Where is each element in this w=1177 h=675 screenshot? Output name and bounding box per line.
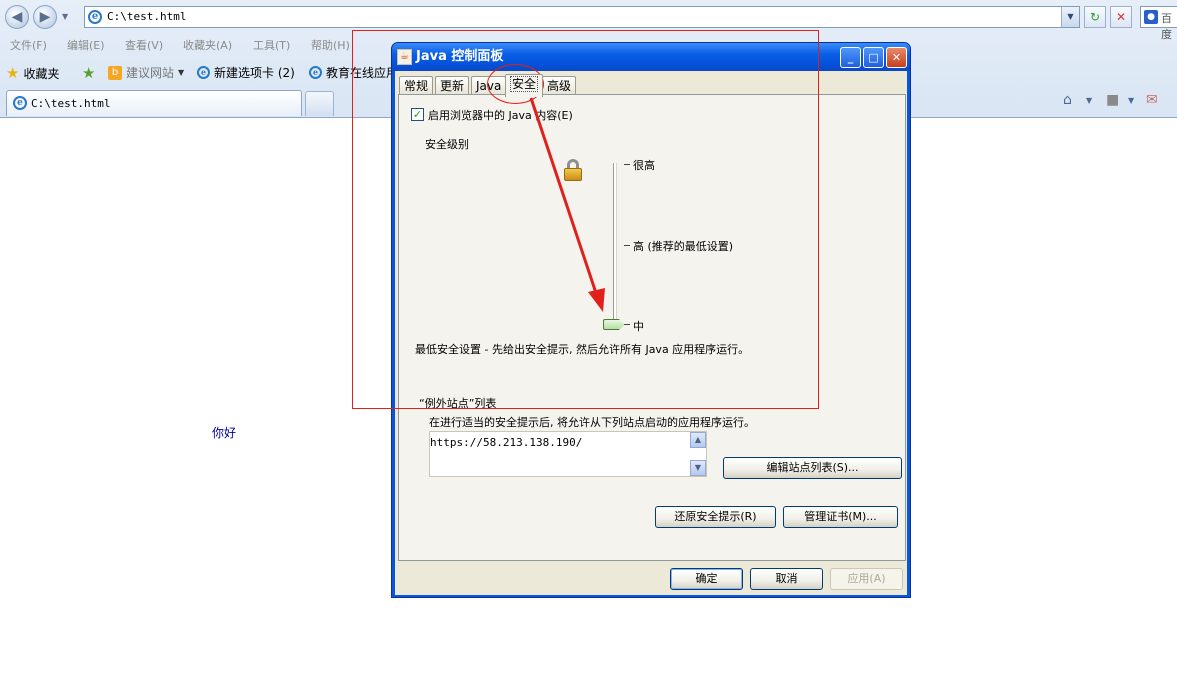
home-icon[interactable]: ⌂ — [1063, 92, 1072, 108]
add-favorite-button[interactable]: ★ — [82, 64, 95, 82]
dialog-body: 常规 更新 Java 安全 高级 ✓ 启用浏览器中的 Java 内容(E) 安全… — [395, 71, 907, 595]
level-medium-label[interactable]: 中 — [633, 318, 644, 334]
manage-certificates-button[interactable]: 管理证书(M)... — [783, 506, 898, 528]
menu-edit[interactable]: 编辑(E) — [67, 37, 105, 53]
menu-view[interactable]: 查看(V) — [125, 37, 163, 53]
cancel-button[interactable]: 取消 — [750, 568, 823, 590]
tab-general[interactable]: 常规 — [399, 76, 434, 95]
page-body-text: 你好 — [212, 426, 237, 440]
security-level-label: 安全级别 — [425, 138, 469, 151]
maximize-button[interactable]: □ — [863, 47, 884, 68]
dialog-title-bar[interactable]: ☕ Java 控制面板 _ □ ✕ — [392, 43, 910, 71]
ie-icon: e — [197, 66, 210, 79]
rss-dropdown-icon[interactable]: ▼ — [1128, 96, 1134, 105]
fav-education-label: 教育在线应用 — [326, 66, 399, 80]
fav-new-tab-label: 新建选项卡 (2) — [214, 66, 295, 80]
ok-button[interactable]: 确定 — [670, 568, 743, 590]
refresh-icon[interactable]: ↻ — [1084, 6, 1106, 28]
tab-security-label: 安全 — [510, 76, 539, 92]
lock-icon — [564, 159, 582, 181]
enable-java-checkbox[interactable]: ✓ — [411, 108, 424, 121]
tick-very-high — [624, 164, 630, 165]
back-button[interactable]: ◀ — [5, 5, 29, 29]
history-dropdown-icon[interactable]: ▼ — [62, 12, 68, 21]
exception-list-title: “例外站点”列表 — [419, 397, 497, 410]
browser-tab[interactable]: e C:\test.html — [6, 90, 302, 116]
enable-java-label[interactable]: 启用浏览器中的 Java 内容(E) — [428, 107, 573, 123]
menu-file[interactable]: 文件(F) — [10, 37, 47, 53]
level-description: 最低安全设置 - 先给出安全提示, 然后允许所有 Java 应用程序运行。 — [415, 343, 750, 356]
scroll-down-icon[interactable]: ▼ — [690, 460, 706, 476]
tab-java[interactable]: Java — [471, 76, 507, 95]
exception-site-list[interactable]: https://58.213.138.190/ ▲ ▼ — [429, 431, 707, 477]
suggested-sites-label: 建议网站 — [126, 66, 175, 80]
tab-update-label: 更新 — [440, 79, 465, 93]
tab-java-label: Java — [476, 79, 502, 93]
baidu-icon: ● — [1144, 10, 1158, 24]
menu-favorites[interactable]: 收藏夹(A) — [183, 37, 232, 53]
exception-list-description: 在进行适当的安全提示后, 将允许从下列站点启动的应用程序运行。 — [429, 416, 755, 429]
minimize-button[interactable]: _ — [840, 47, 861, 68]
address-dropdown-icon[interactable]: ▼ — [1061, 7, 1079, 27]
scroll-up-icon[interactable]: ▲ — [690, 432, 706, 448]
security-panel: ✓ 启用浏览器中的 Java 内容(E) 安全级别 很高 高 (推荐的最低设置)… — [398, 94, 906, 561]
forward-button[interactable]: ▶ — [33, 5, 57, 29]
mail-icon[interactable]: ✉ — [1146, 92, 1158, 108]
rss-icon[interactable]: ■ — [1106, 92, 1119, 108]
level-very-high-label[interactable]: 很高 — [633, 157, 655, 173]
tick-high — [624, 245, 630, 246]
java-control-panel-dialog: ☕ Java 控制面板 _ □ ✕ 常规 更新 Java 安全 高级 ✓ 启用浏… — [391, 42, 911, 598]
fav-new-tab-item[interactable]: e 新建选项卡 (2) — [197, 64, 295, 81]
security-level-slider[interactable] — [613, 163, 617, 323]
tab-title: C:\test.html — [31, 97, 111, 110]
level-high-label[interactable]: 高 (推荐的最低设置) — [633, 238, 733, 254]
close-button[interactable]: ✕ — [886, 47, 907, 68]
tab-security[interactable]: 安全 — [505, 74, 544, 97]
apply-button[interactable]: 应用(A) — [830, 568, 903, 590]
address-url[interactable]: C:\test.html — [107, 10, 186, 24]
edit-site-list-button[interactable]: 编辑站点列表(S)... — [723, 457, 902, 479]
exception-site-row[interactable]: https://58.213.138.190/ — [430, 436, 582, 450]
home-dropdown-icon[interactable]: ▼ — [1086, 96, 1092, 105]
dialog-title: Java 控制面板 — [416, 49, 504, 64]
chevron-down-icon: ▼ — [178, 68, 185, 77]
new-tab-button[interactable] — [305, 91, 334, 116]
favorites-label: 收藏夹 — [23, 66, 60, 81]
fav-education-item[interactable]: e 教育在线应用 — [309, 64, 398, 81]
menu-tools[interactable]: 工具(T) — [253, 37, 290, 53]
tab-advanced[interactable]: 高级 — [542, 76, 577, 95]
ie-icon: e — [309, 66, 322, 79]
suggested-sites-item[interactable]: b 建议网站 ▼ — [108, 64, 184, 81]
search-box[interactable]: ● 百度 — [1140, 6, 1177, 41]
restore-security-prompts-button[interactable]: 还原安全提示(R) — [655, 506, 776, 528]
address-bar[interactable]: e C:\test.html ▼ — [84, 6, 1080, 28]
slider-thumb[interactable] — [603, 319, 625, 330]
favorites-button[interactable]: ★ 收藏夹 — [6, 64, 59, 82]
stop-icon[interactable]: ✕ — [1110, 6, 1132, 28]
add-favorite-icon: ★ — [82, 64, 96, 82]
tab-general-label: 常规 — [404, 79, 429, 93]
tab-update[interactable]: 更新 — [435, 76, 470, 95]
java-cup-icon: ☕ — [397, 49, 412, 65]
ie-page-icon: e — [88, 10, 102, 24]
menu-help[interactable]: 帮助(H) — [311, 37, 350, 53]
ie-tab-icon: e — [13, 96, 27, 110]
search-hint: 百度 — [1161, 12, 1172, 41]
tab-advanced-label: 高级 — [547, 79, 572, 93]
star-icon: ★ — [6, 64, 20, 82]
bing-icon: b — [108, 65, 122, 80]
